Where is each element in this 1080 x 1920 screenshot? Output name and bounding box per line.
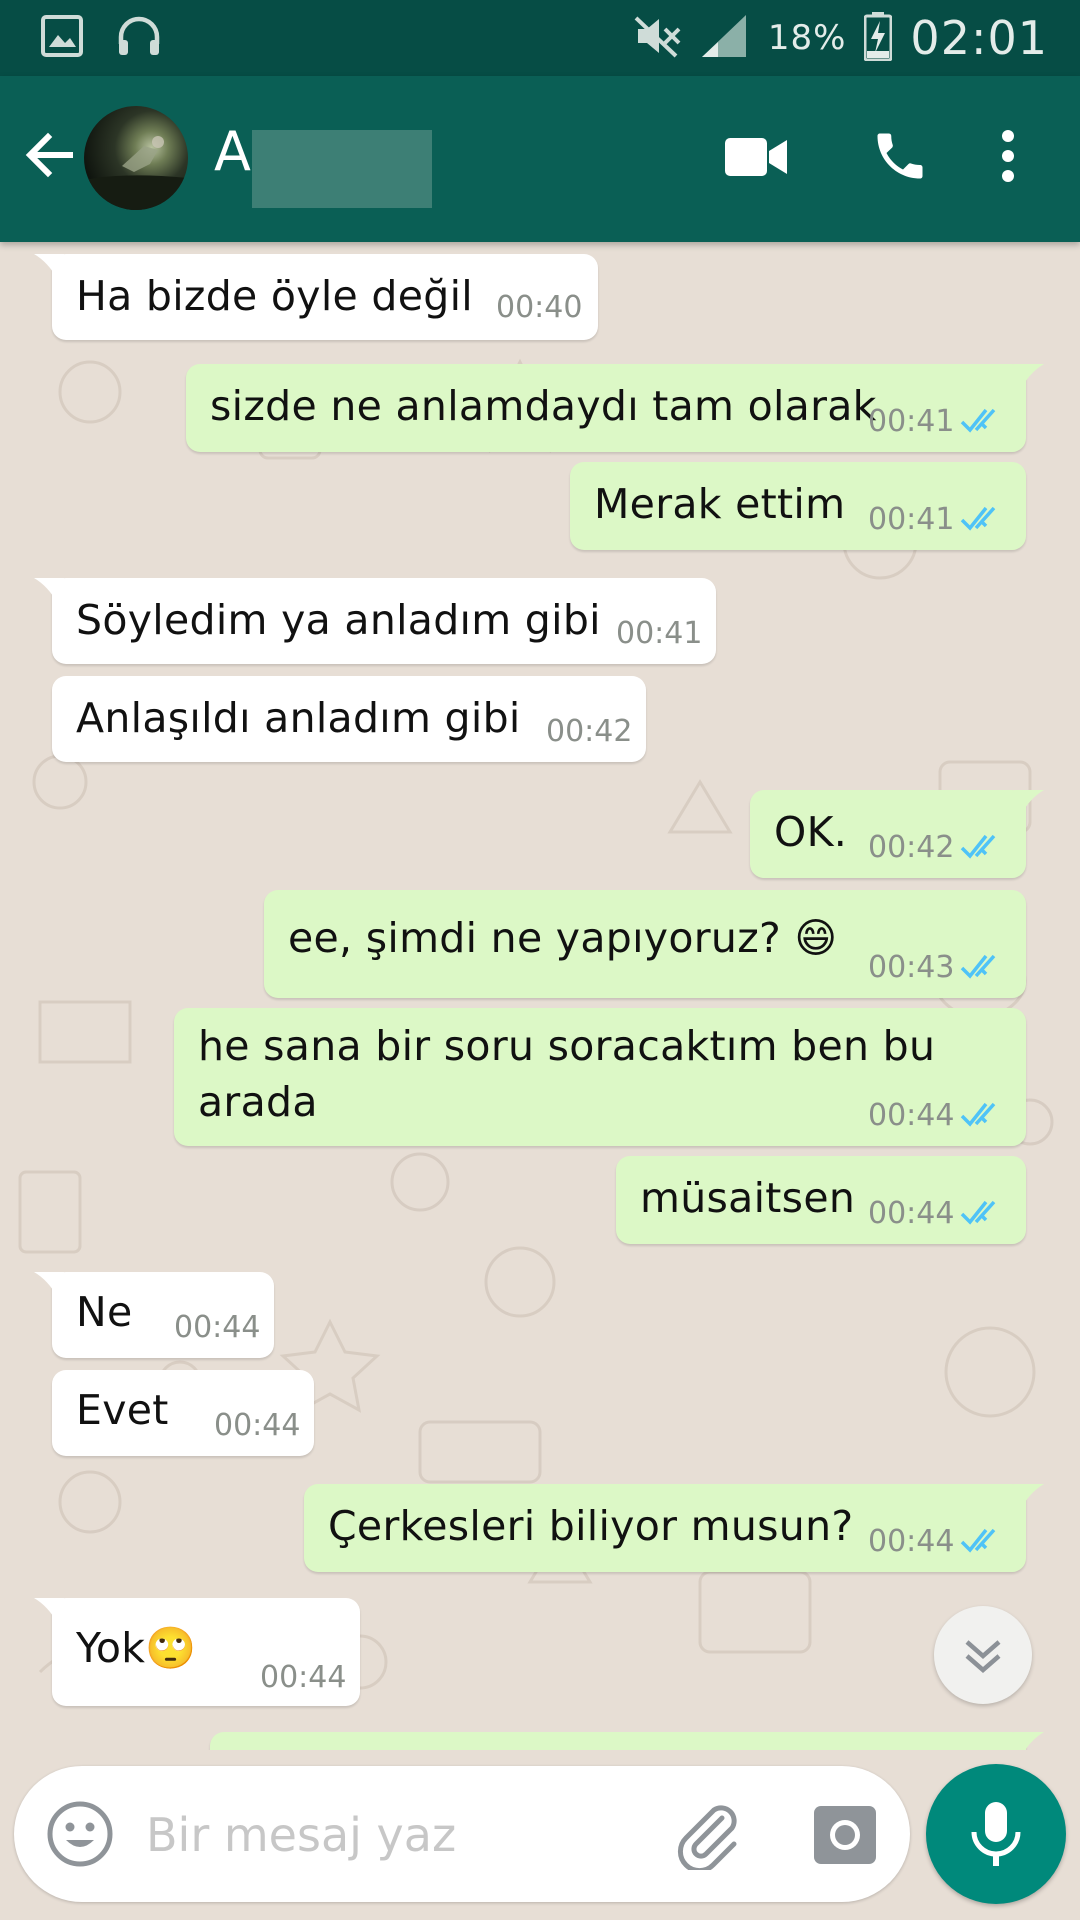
bubble-tail (1014, 1732, 1044, 1750)
message-bubble[interactable]: Yok🙄 00:44 (34, 1598, 360, 1706)
name-redaction (252, 130, 432, 208)
message-bubble[interactable]: Evet 00:44 (52, 1370, 314, 1456)
message-bubble[interactable]: Anlaşıldı anladım gibi 00:42 (52, 676, 646, 762)
message-time: 00:43 (868, 950, 955, 985)
message-text: Anlaşıldı anladım gibi (76, 694, 521, 742)
message-bubble[interactable]: ee, şimdi ne yapıyoruz? 😄 00:43 (264, 890, 1026, 998)
bubble-tail (1014, 1484, 1044, 1510)
message-text: ee, şimdi ne yapıyoruz? 😄 (288, 914, 838, 962)
message-text: sizde ne anlamdaydı tam olarak (210, 382, 877, 430)
battery-charging-icon (863, 11, 893, 65)
message-time: 00:40 (496, 290, 583, 325)
message-text: müsaitsen (640, 1174, 856, 1222)
chat-toolbar: A (0, 76, 1080, 242)
message-bubble[interactable]: he sana bir soru soracaktım ben bu arada… (174, 1008, 1026, 1146)
microphone-icon (971, 1802, 1021, 1866)
message-time: 00:44 (868, 1098, 955, 1133)
paperclip-icon[interactable] (674, 1800, 744, 1874)
message-text-line2: arada (198, 1078, 318, 1126)
message-bubble[interactable]: müsaitsen 00:44 (616, 1156, 1026, 1244)
gallery-icon (40, 14, 84, 62)
message-text: Merak ettim (594, 480, 846, 528)
read-receipt-icon (960, 834, 996, 859)
message-text: Yok🙄 (76, 1624, 197, 1672)
message-time: 00:44 (868, 1196, 955, 1231)
message-bubble[interactable]: Çerkesleri biliyor musun? 00:44 (304, 1484, 1044, 1572)
bubble-tail (34, 254, 64, 280)
emoji-icon[interactable] (46, 1800, 114, 1868)
read-receipt-icon (960, 506, 996, 531)
message-text: Evet (76, 1386, 169, 1434)
message-text: he sana bir soru soracaktım ben bu (198, 1022, 936, 1070)
read-receipt-icon (960, 1528, 996, 1553)
more-vert-icon[interactable] (994, 126, 1022, 186)
read-receipt-icon (960, 954, 996, 979)
message-time: 00:41 (868, 404, 955, 439)
bubble-tail (34, 1598, 64, 1624)
scroll-to-bottom-button[interactable] (934, 1606, 1032, 1704)
video-call-icon[interactable] (724, 134, 788, 180)
message-list[interactable]: Ha bizde öyle değil 00:40 sizde ne anlam… (0, 242, 1080, 1750)
message-bubble[interactable]: sizde ne anlamdaydı tam olarak 00:41 (186, 364, 1044, 452)
composer (14, 1766, 910, 1902)
bubble-tail (34, 578, 64, 604)
message-time: 00:42 (868, 830, 955, 865)
clock: 02:01 (910, 11, 1048, 65)
double-chevron-down-icon (965, 1640, 1001, 1673)
message-text: Söyledim ya anladım gibi (76, 596, 601, 644)
bubble-tail (34, 1272, 64, 1298)
message-bubble[interactable]: Ne 00:44 (34, 1272, 274, 1358)
message-time: 00:44 (214, 1408, 301, 1443)
message-text: OK. (774, 808, 848, 856)
status-bar: 18% 02:01 (0, 0, 1080, 76)
camera-icon[interactable] (812, 1802, 878, 1868)
message-time: 00:44 (174, 1310, 261, 1345)
headset-icon (116, 14, 162, 62)
message-time: 00:44 (260, 1660, 347, 1695)
message-bubble[interactable]: OK. 00:42 (750, 790, 1044, 878)
mute-icon (632, 14, 682, 62)
phone-icon[interactable] (870, 126, 930, 186)
message-time: 00:44 (868, 1524, 955, 1559)
message-bubble[interactable]: Söyledim ya anladım gibi 00:41 (34, 578, 716, 664)
microphone-button[interactable] (926, 1764, 1066, 1904)
message-time: 00:41 (868, 502, 955, 537)
message-bubble[interactable]: Merak ettim 00:41 (570, 462, 1026, 550)
message-text: Ha bizde öyle değil (76, 272, 473, 320)
avatar[interactable] (84, 106, 188, 210)
message-text: Ne (76, 1288, 133, 1336)
contact-name[interactable]: A (214, 120, 251, 183)
message-time: 00:42 (546, 714, 633, 749)
message-bubble[interactable]: Ha bizde öyle değil 00:40 (34, 254, 598, 340)
message-input[interactable] (144, 1798, 548, 1872)
message-bubble-partial[interactable] (210, 1732, 1044, 1750)
back-arrow-icon[interactable] (22, 128, 76, 182)
read-receipt-icon (960, 1200, 996, 1225)
battery-percent: 18% (767, 18, 847, 58)
read-receipt-icon (960, 408, 996, 433)
bubble-tail (1014, 790, 1044, 816)
message-text: Çerkesleri biliyor musun? (328, 1502, 854, 1550)
bubble-tail (1014, 364, 1044, 390)
read-receipt-icon (960, 1102, 996, 1127)
signal-icon (700, 13, 750, 63)
message-time: 00:41 (616, 616, 703, 651)
